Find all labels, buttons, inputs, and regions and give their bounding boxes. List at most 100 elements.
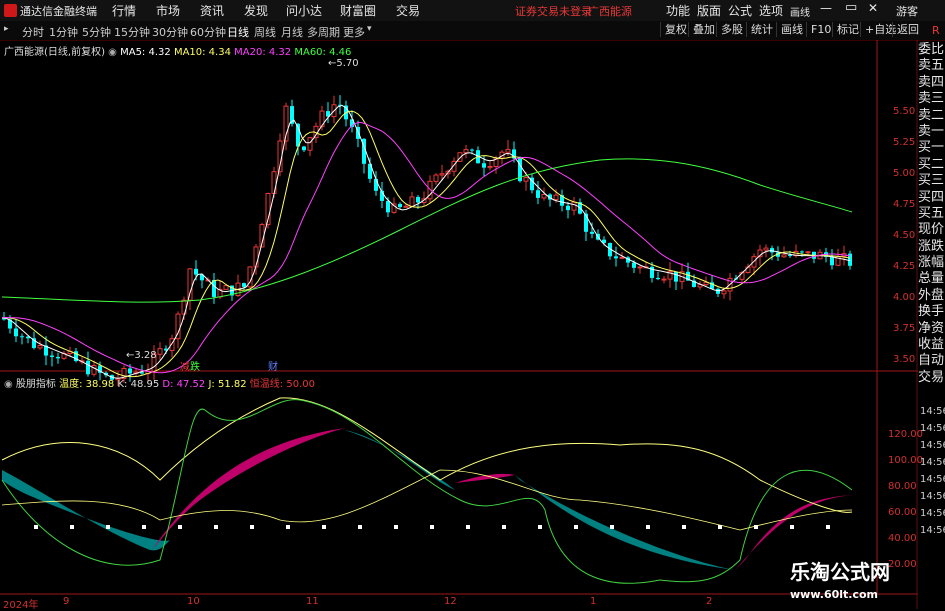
candle-body bbox=[409, 196, 415, 207]
y-tick-4.50: 4.50 bbox=[893, 230, 916, 241]
candle-body bbox=[541, 193, 547, 199]
sb-auto[interactable]: 自动 bbox=[918, 353, 945, 369]
x-tick-2: 2 bbox=[706, 596, 713, 607]
candle-body bbox=[619, 256, 625, 259]
hengwen-dot bbox=[322, 525, 326, 529]
x-tick-12: 12 bbox=[444, 596, 457, 607]
price-high-mark: ←5.70 bbox=[328, 58, 359, 69]
hengwen-dot bbox=[682, 525, 686, 529]
sb-netasset[interactable]: 净资 bbox=[918, 321, 945, 337]
kline-chart bbox=[0, 40, 918, 609]
x-tick-10: 10 bbox=[187, 596, 200, 607]
time-row: 14:56 bbox=[920, 508, 945, 519]
sb-sell4[interactable]: 卖四 bbox=[918, 75, 945, 91]
candle-body bbox=[56, 356, 60, 359]
sb-buy2[interactable]: 买二 bbox=[918, 157, 945, 173]
indicator-name: 股朋指标 bbox=[15, 379, 56, 390]
sb-turnover[interactable]: 换手 bbox=[918, 304, 945, 320]
candle-body bbox=[398, 203, 402, 208]
sb-sell2[interactable]: 卖二 bbox=[918, 108, 945, 124]
sb-change[interactable]: 涨跌 bbox=[918, 239, 945, 255]
hengwen-dot bbox=[574, 525, 578, 529]
candle-body bbox=[20, 336, 24, 338]
d-line bbox=[1, 469, 853, 531]
sb-volume[interactable]: 总量 bbox=[918, 271, 945, 287]
candle-body bbox=[721, 290, 727, 295]
candle-body bbox=[523, 177, 529, 182]
event-mark-die[interactable]: 跌 bbox=[190, 358, 200, 373]
candle-body bbox=[271, 171, 277, 194]
candle-body bbox=[763, 247, 769, 251]
time-row: 14:56 bbox=[920, 406, 945, 417]
candle-body bbox=[805, 251, 811, 254]
sb-sell3[interactable]: 卖三 bbox=[918, 91, 945, 107]
sb-price[interactable]: 现价 bbox=[918, 222, 945, 238]
indicator-settings-icon[interactable]: ◉ bbox=[4, 379, 13, 390]
candle-body bbox=[536, 190, 540, 198]
y2-tick-100: 100.00 bbox=[888, 455, 923, 466]
ma10-line bbox=[2, 110, 851, 378]
wendu-value: 温度: 38.98 bbox=[59, 379, 115, 390]
hengwen-dot bbox=[610, 525, 614, 529]
candle-body bbox=[716, 288, 720, 294]
sb-sell1[interactable]: 卖一 bbox=[918, 124, 945, 140]
event-mark-jian[interactable]: 减 bbox=[180, 358, 190, 373]
candle-body bbox=[374, 178, 378, 191]
y2-tick-120: 120.00 bbox=[888, 429, 923, 440]
x-tick-11: 11 bbox=[306, 596, 319, 607]
sb-buy3[interactable]: 买三 bbox=[918, 173, 945, 189]
candle-body bbox=[661, 278, 667, 281]
candle-body bbox=[482, 163, 486, 168]
sb-outer[interactable]: 外盘 bbox=[918, 288, 945, 304]
hengwen-dot bbox=[646, 525, 650, 529]
candle-body bbox=[637, 266, 643, 269]
sb-earnings[interactable]: 收益 bbox=[918, 337, 945, 353]
candle-body bbox=[194, 268, 198, 275]
candle-body bbox=[830, 256, 834, 266]
hengwen-dot bbox=[466, 525, 470, 529]
teal-band-1 bbox=[2, 470, 170, 551]
ma60-line bbox=[1, 158, 853, 303]
candle-body bbox=[187, 268, 193, 301]
candle-body bbox=[302, 146, 306, 151]
candle-body bbox=[50, 355, 54, 357]
candle-body bbox=[403, 205, 409, 208]
time-row: 14:56 bbox=[920, 474, 945, 485]
hengwen-dot bbox=[538, 525, 542, 529]
y-tick-4.75: 4.75 bbox=[893, 199, 916, 210]
hengwen-dot bbox=[754, 525, 758, 529]
candle-body bbox=[703, 281, 709, 286]
hengwen-dot bbox=[178, 525, 182, 529]
quote-sidebar: 委比 卖五 卖四 卖三 卖二 卖一 买一 买二 买三 买四 买五 现价 涨跌 涨… bbox=[918, 42, 945, 386]
y-tick-3.50: 3.50 bbox=[893, 354, 916, 365]
hengwen-dot bbox=[718, 525, 722, 529]
sb-pct[interactable]: 涨幅 bbox=[918, 255, 945, 271]
teal-band-2 bbox=[345, 430, 455, 490]
hengwen-dot bbox=[34, 525, 38, 529]
sb-weibi[interactable]: 委比 bbox=[918, 42, 945, 58]
candle-body bbox=[386, 200, 390, 213]
sb-sell5[interactable]: 卖五 bbox=[918, 58, 945, 74]
y-tick-5.00: 5.00 bbox=[893, 168, 916, 179]
hengwen-dot bbox=[70, 525, 74, 529]
candle-body bbox=[433, 174, 439, 182]
y-tick-4.00: 4.00 bbox=[893, 292, 916, 303]
sb-buy1[interactable]: 买一 bbox=[918, 140, 945, 156]
y2-tick-20: 20.00 bbox=[888, 559, 917, 570]
candle-body bbox=[487, 166, 493, 169]
k-line bbox=[1, 399, 853, 584]
time-row: 14:56 bbox=[920, 491, 945, 502]
hengwen-value: 恒温线: 50.00 bbox=[249, 379, 315, 390]
sb-trade[interactable]: 交易 bbox=[918, 370, 945, 386]
sb-buy4[interactable]: 买四 bbox=[918, 190, 945, 206]
candle-body bbox=[590, 231, 594, 234]
event-mark-cai[interactable]: 财 bbox=[268, 358, 278, 373]
hengwen-dot bbox=[394, 525, 398, 529]
candle-body bbox=[128, 368, 132, 374]
sb-buy5[interactable]: 买五 bbox=[918, 206, 945, 222]
candle-body bbox=[242, 283, 246, 287]
time-row: 14:56 bbox=[920, 525, 945, 536]
hengwen-dot bbox=[286, 525, 290, 529]
candle-body bbox=[656, 277, 660, 280]
d-value: D: 47.52 bbox=[162, 379, 206, 390]
